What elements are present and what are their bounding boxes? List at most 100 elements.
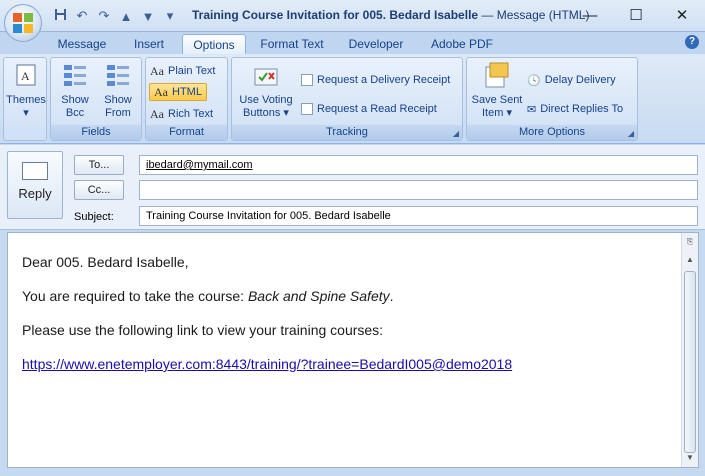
tracking-group: Use Voting Buttons ▾ Request a Delivery … — [231, 57, 463, 141]
direct-replies-label: Direct Replies To — [540, 103, 624, 115]
voting-icon — [254, 68, 278, 86]
subject-field[interactable]: Training Course Invitation for 005. Beda… — [139, 206, 698, 226]
direct-replies-button[interactable]: ✉ Direct Replies To — [527, 100, 623, 118]
subject-label: Subject: — [74, 211, 114, 223]
use-voting-buttons-button[interactable]: Use Voting Buttons ▾ — [235, 61, 297, 120]
greeting: Dear 005. Bedard Isabelle, — [22, 254, 189, 270]
customize-icon[interactable]: ▾ — [162, 8, 178, 24]
read-receipt-check[interactable] — [301, 103, 313, 115]
delay-delivery-button[interactable]: 🕓 Delay Delivery — [527, 71, 616, 89]
office-logo-icon — [13, 13, 33, 33]
plain-text-option[interactable]: Aa Plain Text — [150, 62, 216, 80]
up-arrow-icon[interactable]: ▲ — [118, 9, 134, 24]
save-sent-item-label: Save Sent Item — [471, 94, 523, 119]
tab-format-text[interactable]: Format Text — [254, 34, 330, 54]
to-button[interactable]: To... — [74, 155, 124, 175]
delivery-receipt-label: Request a Delivery Receipt — [317, 74, 451, 86]
training-link[interactable]: https://www.enetemployer.com:8443/traini… — [22, 356, 512, 372]
themes-button[interactable]: A Themes ▾ — [6, 61, 46, 120]
minimize-icon[interactable]: — — [567, 0, 613, 30]
format-group-label: Format — [146, 125, 227, 140]
to-field[interactable]: ibedard@mymail.com — [139, 155, 698, 175]
ribbon-tabs: Message Insert Options Format Text Devel… — [0, 32, 705, 54]
office-button[interactable] — [4, 4, 42, 42]
down-arrow-icon[interactable]: ▼ — [140, 9, 156, 24]
tab-options[interactable]: Options — [182, 34, 246, 54]
window-controls: — ☐ ✕ — [567, 0, 705, 30]
link-instruction: Please use the following link to view yo… — [22, 322, 384, 338]
quick-access-toolbar: ↶ ↷ ▲ ▼ ▾ — [52, 8, 178, 24]
chevron-down-icon: ▾ — [283, 107, 289, 119]
rich-text-icon: Aa — [150, 106, 164, 121]
vertical-scrollbar[interactable]: ⎘ ▲ ▼ — [681, 233, 698, 467]
help-icon[interactable]: ? — [685, 35, 699, 49]
html-label: HTML — [172, 86, 202, 98]
cc-field[interactable] — [139, 180, 698, 200]
delivery-receipt-check[interactable] — [301, 74, 313, 86]
close-icon[interactable]: ✕ — [659, 0, 705, 30]
reply-button[interactable]: Reply — [7, 151, 63, 219]
show-bcc-button[interactable]: Show Bcc — [54, 61, 96, 120]
redo-icon[interactable]: ↷ — [96, 8, 112, 24]
window-title-subject: Training Course Invitation for 005. Beda… — [192, 8, 479, 22]
chevron-down-icon: ▾ — [23, 107, 29, 119]
more-options-group-label: More Options — [467, 125, 637, 140]
plain-text-icon: Aa — [150, 63, 164, 78]
reply-label: Reply — [18, 186, 52, 201]
themes-group: A Themes ▾ — [3, 57, 47, 141]
window-title: Training Course Invitation for 005. Beda… — [192, 8, 589, 22]
delivery-receipt-checkbox[interactable]: Request a Delivery Receipt — [301, 71, 450, 89]
reply-envelope-icon — [22, 162, 48, 180]
direct-replies-icon: ✉ — [527, 103, 537, 116]
scroll-thumb[interactable] — [684, 271, 696, 453]
cc-button[interactable]: Cc... — [74, 180, 124, 200]
scroll-mode-icon[interactable]: ⎘ — [683, 235, 697, 249]
show-from-label: Show From — [104, 94, 132, 119]
maximize-icon[interactable]: ☐ — [613, 0, 659, 30]
themes-label: Themes — [6, 94, 46, 106]
more-options-group: Save Sent Item ▾ 🕓 Delay Delivery ✉ Dire… — [466, 57, 638, 141]
save-sent-item-button[interactable]: Save Sent Item ▾ — [469, 61, 525, 120]
tab-message[interactable]: Message — [50, 34, 114, 54]
plain-text-label: Plain Text — [168, 65, 216, 77]
rich-text-option[interactable]: Aa Rich Text — [150, 105, 213, 123]
svg-text:A: A — [21, 69, 30, 83]
chevron-down-icon: ▾ — [506, 107, 512, 119]
scroll-down-icon[interactable]: ▼ — [683, 451, 697, 465]
scroll-up-icon[interactable]: ▲ — [683, 253, 697, 267]
format-group: Aa Plain Text Aa HTML Aa Rich Text Forma… — [145, 57, 228, 141]
course-line-prefix: You are required to take the course: — [22, 288, 248, 304]
delay-delivery-label: Delay Delivery — [544, 74, 616, 86]
save-icon[interactable] — [52, 8, 68, 24]
tab-insert[interactable]: Insert — [122, 34, 176, 54]
body-text: Dear 005. Bedard Isabelle, You are requi… — [22, 253, 512, 389]
tab-developer[interactable]: Developer — [340, 34, 412, 54]
save-sent-item-icon — [485, 62, 509, 88]
html-icon: Aa — [154, 84, 168, 99]
fields-group-label: Fields — [51, 125, 141, 140]
html-option[interactable]: Aa HTML — [149, 83, 207, 101]
show-from-button[interactable]: Show From — [97, 61, 139, 120]
read-receipt-checkbox[interactable]: Request a Read Receipt — [301, 100, 437, 118]
themes-icon: A — [16, 64, 36, 86]
course-name: Back and Spine Safety — [247, 288, 390, 304]
to-recipient[interactable]: ibedard@mymail.com — [146, 159, 253, 171]
delay-delivery-icon: 🕓 — [527, 74, 541, 87]
tracking-launcher-icon[interactable]: ◢ — [453, 129, 459, 138]
more-options-launcher-icon[interactable]: ◢ — [628, 129, 634, 138]
ribbon: A Themes ▾ Show Bcc Show From Fields Aa P… — [0, 54, 705, 144]
show-bcc-icon — [64, 65, 86, 86]
course-line: You are required to take the course: Bac… — [22, 287, 512, 305]
show-bcc-label: Show Bcc — [61, 94, 89, 119]
title-bar: ↶ ↷ ▲ ▼ ▾ Training Course Invitation for… — [0, 0, 705, 32]
message-header: Reply To... ibedard@mymail.com Cc... Sub… — [0, 145, 705, 230]
course-line-suffix: . — [389, 288, 394, 304]
fields-group: Show Bcc Show From Fields — [50, 57, 142, 141]
tab-adobe-pdf[interactable]: Adobe PDF — [422, 34, 502, 54]
undo-icon[interactable]: ↶ — [74, 8, 90, 24]
tracking-group-label: Tracking — [232, 125, 462, 140]
message-body[interactable]: Dear 005. Bedard Isabelle, You are requi… — [7, 232, 699, 468]
show-from-icon — [107, 65, 129, 86]
read-receipt-label: Request a Read Receipt — [317, 103, 437, 115]
rich-text-label: Rich Text — [168, 108, 214, 120]
